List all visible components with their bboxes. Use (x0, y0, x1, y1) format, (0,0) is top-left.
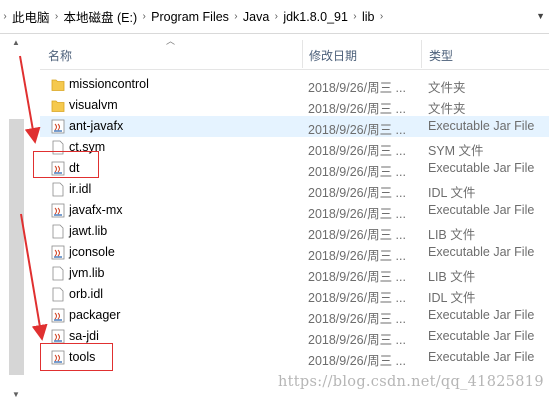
arrow-to-dt (19, 55, 41, 144)
arrow-to-tools (20, 213, 48, 341)
annotation-arrows (19, 55, 48, 341)
watermark-text: https://blog.csdn.net/qq_41825819 (278, 374, 544, 390)
